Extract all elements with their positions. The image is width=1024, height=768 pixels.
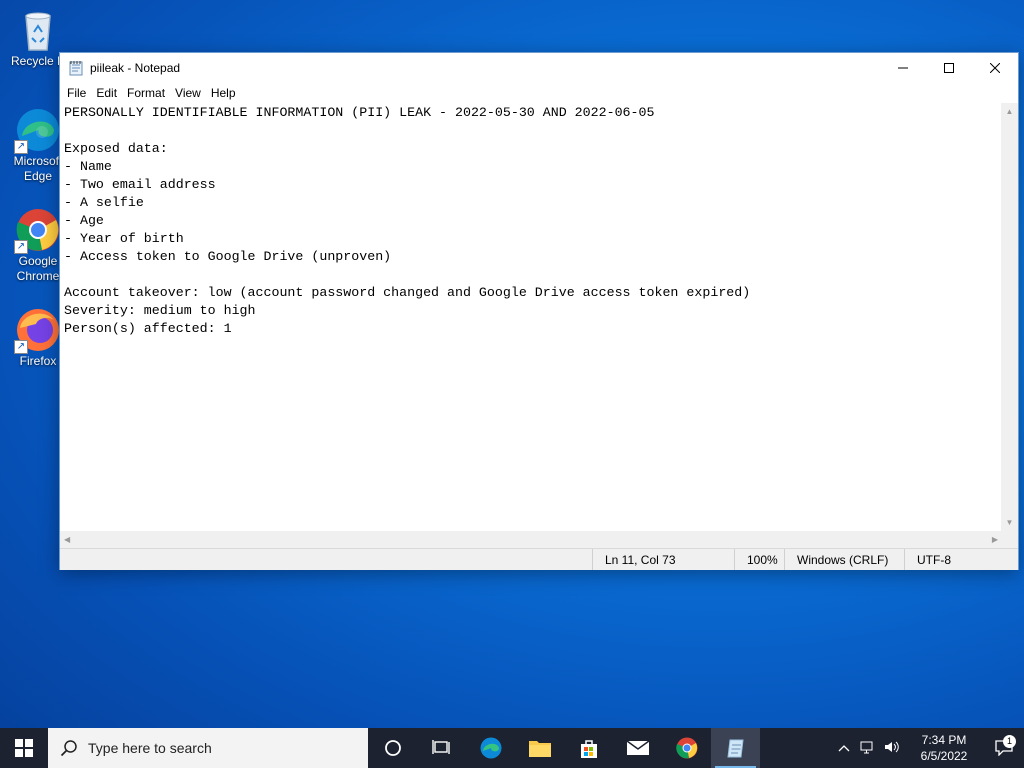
- taskbar-store-button[interactable]: [564, 728, 613, 768]
- notepad-icon: [726, 739, 744, 758]
- start-button[interactable]: [0, 728, 48, 768]
- recycle-bin-icon: [14, 6, 62, 54]
- vertical-scrollbar[interactable]: ▲ ▼: [1001, 103, 1018, 531]
- taskbar-file-explorer-button[interactable]: [515, 728, 564, 768]
- horizontal-scrollbar[interactable]: ◀ ▶: [60, 531, 1002, 548]
- taskbar-search-box[interactable]: Type here to search: [48, 728, 368, 768]
- notification-count-badge: 1: [1003, 735, 1016, 748]
- taskbar: Type here to search 7:34 PM 6/5/2022 1: [0, 728, 1024, 768]
- task-view-button[interactable]: [368, 728, 417, 768]
- chrome-icon: [675, 737, 697, 759]
- taskbar-mail-button[interactable]: [613, 728, 662, 768]
- scroll-down-icon[interactable]: ▼: [1001, 514, 1018, 531]
- minimize-icon: [898, 67, 908, 69]
- network-icon[interactable]: [856, 740, 880, 757]
- menu-edit[interactable]: Edit: [91, 86, 122, 100]
- minimize-button[interactable]: [880, 53, 926, 83]
- close-button[interactable]: [972, 53, 1018, 83]
- window-title: piileak - Notepad: [90, 61, 181, 75]
- status-zoom: 100%: [734, 549, 784, 570]
- edge-icon: [480, 737, 501, 759]
- maximize-button[interactable]: [926, 53, 972, 83]
- search-placeholder: Type here to search: [88, 740, 212, 756]
- notepad-window: piileak - Notepad File Edit Format View …: [59, 52, 1019, 570]
- search-icon: [60, 740, 77, 757]
- scrollbar-corner: [1001, 531, 1018, 548]
- clock-time: 7:34 PM: [921, 733, 967, 747]
- taskbar-chrome-button[interactable]: [662, 728, 711, 768]
- taskbar-edge-button[interactable]: [466, 728, 515, 768]
- folder-icon: [528, 741, 551, 757]
- task-view-button-2[interactable]: [417, 728, 466, 768]
- scroll-up-icon[interactable]: ▲: [1001, 103, 1018, 120]
- status-bar: Ln 11, Col 73 100% Windows (CRLF) UTF-8: [60, 548, 1018, 570]
- chevron-up-icon[interactable]: [832, 741, 856, 755]
- status-encoding: UTF-8: [904, 549, 1018, 570]
- chrome-icon: ↗: [14, 206, 62, 254]
- maximize-icon: [944, 63, 954, 73]
- task-view-icon: [431, 740, 450, 754]
- scroll-right-icon[interactable]: ▶: [992, 535, 998, 544]
- action-center-button[interactable]: 1: [984, 735, 1024, 756]
- cortana-icon: [384, 740, 401, 756]
- mail-icon: [626, 740, 649, 755]
- system-tray: 7:34 PM 6/5/2022 1: [832, 728, 1024, 768]
- edge-icon: ↗: [14, 106, 62, 154]
- volume-icon[interactable]: [880, 740, 904, 757]
- clock[interactable]: 7:34 PM 6/5/2022: [904, 732, 984, 764]
- shortcut-arrow-icon: ↗: [14, 340, 28, 354]
- close-icon: [990, 63, 1000, 73]
- firefox-icon: ↗: [14, 306, 62, 354]
- desktop-icon-label: Firefox: [19, 354, 57, 368]
- title-bar[interactable]: piileak - Notepad: [60, 53, 1018, 83]
- windows-logo-icon: [15, 739, 33, 757]
- taskbar-notepad-button[interactable]: [711, 728, 760, 768]
- shortcut-arrow-icon: ↗: [14, 240, 28, 254]
- document-text[interactable]: PERSONALLY IDENTIFIABLE INFORMATION (PII…: [60, 103, 1002, 339]
- clock-date: 6/5/2022: [920, 749, 968, 763]
- notepad-app-icon: [68, 60, 84, 76]
- text-editor[interactable]: PERSONALLY IDENTIFIABLE INFORMATION (PII…: [60, 103, 1002, 531]
- menu-file[interactable]: File: [62, 86, 91, 100]
- menu-format[interactable]: Format: [122, 86, 170, 100]
- menu-bar: File Edit Format View Help: [60, 83, 1018, 103]
- menu-help[interactable]: Help: [206, 86, 241, 100]
- desktop-icon-label: Recycle B: [10, 54, 66, 68]
- status-position: Ln 11, Col 73: [592, 549, 734, 570]
- scroll-left-icon[interactable]: ◀: [64, 535, 70, 544]
- status-line-ending: Windows (CRLF): [784, 549, 904, 570]
- store-icon: [580, 740, 597, 758]
- shortcut-arrow-icon: ↗: [14, 140, 28, 154]
- menu-view[interactable]: View: [170, 86, 206, 100]
